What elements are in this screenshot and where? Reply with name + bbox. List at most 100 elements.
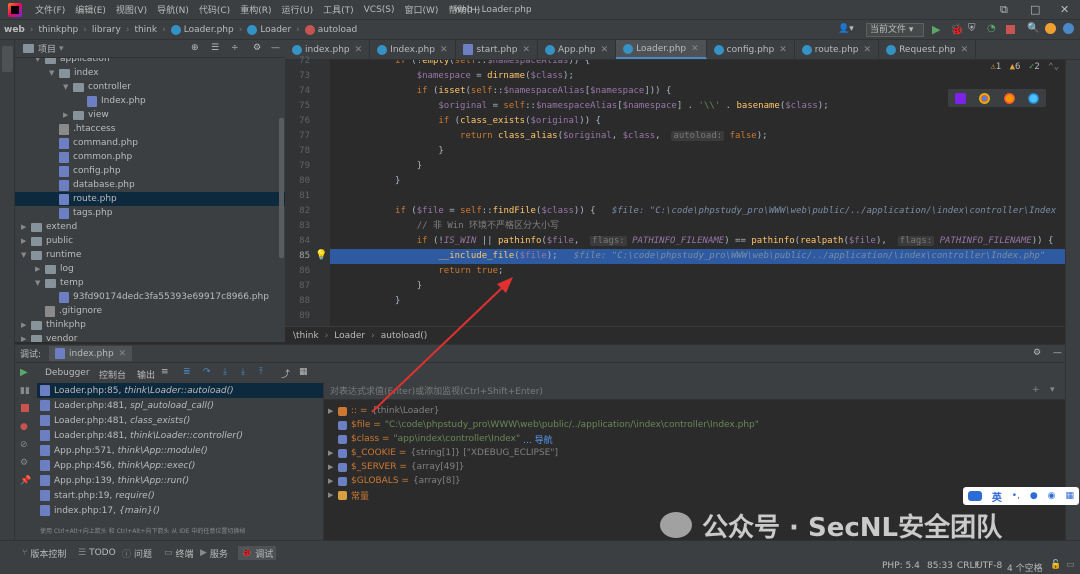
code-crumb-class[interactable]: Loader (334, 331, 365, 341)
code-crumb-method[interactable]: autoload() (381, 331, 428, 341)
crumb-web[interactable]: web (0, 25, 29, 35)
menu-file[interactable]: 文件(F) (30, 3, 70, 16)
tree-item-log[interactable]: ▶ log (35, 262, 74, 276)
menu-vcs[interactable]: VCS(S) (359, 5, 400, 15)
chevron-down-icon[interactable]: ▼ (35, 58, 45, 63)
stack-frame[interactable]: start.php:19, require() (37, 488, 323, 503)
variable-row[interactable]: ▶ 常量 (328, 488, 373, 502)
ime-lang[interactable]: 英 (992, 489, 1002, 504)
breakpoints-icon[interactable]: ● (20, 422, 28, 432)
debug-stop-icon[interactable] (21, 404, 29, 412)
tree-item-vendor[interactable]: ▶ vendor (21, 332, 78, 342)
code-line[interactable]: } (330, 159, 422, 174)
tree-item-index-php[interactable]: Index.php (77, 94, 146, 108)
stack-frame[interactable]: App.php:571, think\App::module() (37, 443, 323, 458)
ime-user-icon[interactable]: ◉ (1048, 491, 1056, 501)
stack-frame[interactable]: Loader.php:481, class_exists() (37, 413, 323, 428)
chrome-icon[interactable] (979, 92, 991, 104)
tree-item-extend[interactable]: ▶ extend (21, 220, 77, 234)
tab-close-icon[interactable]: ✕ (440, 45, 448, 55)
ime-grid-icon[interactable]: ▦ (1065, 491, 1074, 501)
variable-row[interactable]: $class = "app\index\controller\Index"... … (328, 432, 553, 446)
code-line[interactable]: } (330, 144, 443, 159)
code-line[interactable]: } (330, 279, 422, 294)
tree-item-database-php[interactable]: database.php (49, 178, 135, 192)
chevron-right-icon[interactable]: ▶ (21, 335, 31, 342)
crumb-loader-file[interactable]: Loader.php (167, 24, 238, 35)
user-icon[interactable]: 👤▾ (838, 24, 854, 34)
crumb-think[interactable]: think (130, 25, 161, 35)
tab-close-icon[interactable]: ✕ (601, 45, 609, 55)
search-icon[interactable]: 🔍 (1027, 23, 1039, 34)
tab-index-php[interactable]: Index.php ✕ (370, 40, 456, 59)
tree-item-controller[interactable]: ▼ controller (63, 80, 131, 94)
coverage-icon[interactable]: ⛨ (968, 23, 976, 34)
chevron-right-icon[interactable]: ▶ (328, 407, 338, 415)
console-tab[interactable]: 控制台 (99, 368, 126, 381)
code-line[interactable]: return true; (330, 264, 503, 279)
minimize-icon[interactable]: ⧉ (1000, 3, 1008, 17)
chevron-right-icon[interactable]: ▶ (35, 265, 45, 273)
tab-app-php[interactable]: App.php ✕ (538, 40, 617, 59)
crumb-thinkphp[interactable]: thinkphp (34, 25, 82, 35)
stack-frame[interactable]: Loader.php:481, spl_autoload_call() (37, 398, 323, 413)
services-tool-button[interactable]: ▶ 服务 (200, 546, 228, 560)
tab-close-icon[interactable]: ✕ (864, 45, 872, 55)
evaluate-icon[interactable]: ▦ (299, 367, 308, 377)
menu-window[interactable]: 窗口(W) (400, 3, 444, 16)
tab-loader-php[interactable]: Loader.php ✕ (616, 40, 707, 59)
debug-hide-icon[interactable]: — (1053, 348, 1062, 358)
tab-close-icon[interactable]: ✕ (522, 45, 530, 55)
maximize-icon[interactable]: □ (1030, 3, 1040, 16)
debug-settings-icon[interactable]: ⚙ (20, 458, 28, 468)
tree-item-93fd90174dedc3fa55393e69917c8966-php[interactable]: 93fd90174dedc3fa55393e69917c8966.php (49, 290, 269, 304)
memory-icon[interactable]: ▭ (1066, 560, 1075, 570)
chevron-right-icon[interactable]: ▶ (21, 237, 31, 245)
tab-route-php[interactable]: route.php ✕ (795, 40, 880, 59)
rerun-icon[interactable]: ▶ (20, 367, 28, 378)
ime-mic-icon[interactable]: ● (1030, 491, 1038, 501)
chevron-right-icon[interactable]: ▶ (21, 321, 31, 329)
eval-expand-icon[interactable]: ▾ (1050, 385, 1055, 395)
debug-tool-button[interactable]: 🐞 调试 (238, 546, 277, 560)
tree-item--htaccess[interactable]: .htaccess (49, 122, 115, 136)
edge-icon[interactable] (1028, 92, 1040, 104)
tree-item-temp[interactable]: ▼ temp (35, 276, 84, 290)
close-icon[interactable]: ✕ (1060, 3, 1069, 16)
stack-frame[interactable]: Loader.php:85, think\Loader::autoload() (37, 383, 323, 398)
ime-logo-icon[interactable] (967, 491, 982, 501)
chevron-right-icon[interactable]: ▶ (328, 477, 338, 485)
run-to-cursor-icon[interactable]: ⤴ (281, 367, 290, 380)
run-config-select[interactable]: 当前文件 ▾ (866, 23, 924, 37)
layout-icon[interactable]: ≡ (161, 367, 169, 377)
tree-item-public[interactable]: ▶ public (21, 234, 73, 248)
menu-refactor[interactable]: 重构(R) (235, 3, 276, 16)
tree-item-route-php[interactable]: route.php (15, 192, 285, 206)
indent-setting[interactable]: 4 个空格 (1007, 561, 1043, 574)
debugger-tab[interactable]: Debugger (45, 368, 90, 378)
tree-item-index[interactable]: ▼ index (49, 66, 99, 80)
tab-close-icon[interactable]: ✕ (691, 44, 699, 54)
force-step-into-icon[interactable]: ⤓ (241, 367, 245, 377)
code-line[interactable]: if (!empty(self::$namespaceAlias)) { (330, 60, 590, 69)
crumb-loader-class[interactable]: Loader (243, 24, 295, 35)
stop-icon[interactable] (1006, 25, 1015, 34)
chevron-right-icon[interactable]: ▶ (328, 463, 338, 471)
chevron-down-icon[interactable]: ▼ (35, 279, 45, 287)
tab-close-icon[interactable]: ✕ (961, 45, 969, 55)
current-execution-line[interactable]: __include_file($file); $file: "C:\code\p… (330, 249, 1065, 264)
resume-icon[interactable]: ▮▮ (20, 386, 30, 396)
variable-row[interactable]: $file = "C:\code\phpstudy_pro\WWW\web\pub… (328, 418, 759, 432)
caret-position[interactable]: 85:33 (927, 561, 953, 571)
variable-row[interactable]: ▶:: = {think\Loader} (328, 404, 439, 418)
problems-tool-button[interactable]: ⓘ 问题 (122, 546, 152, 560)
php-level[interactable]: PHP: 5.4 (882, 561, 920, 571)
menu-view[interactable]: 视图(V) (111, 3, 152, 16)
phpstorm-browser-icon[interactable] (954, 92, 966, 104)
chevron-down-icon[interactable]: ▼ (49, 69, 59, 77)
profile-icon[interactable]: ◔ (987, 23, 996, 34)
stack-frame[interactable]: App.php:456, think\App::exec() (37, 458, 323, 473)
crumb-autoload[interactable]: autoload (301, 24, 362, 35)
menu-tools[interactable]: 工具(T) (318, 3, 359, 16)
intention-bulb-icon[interactable]: 💡 (315, 250, 327, 261)
